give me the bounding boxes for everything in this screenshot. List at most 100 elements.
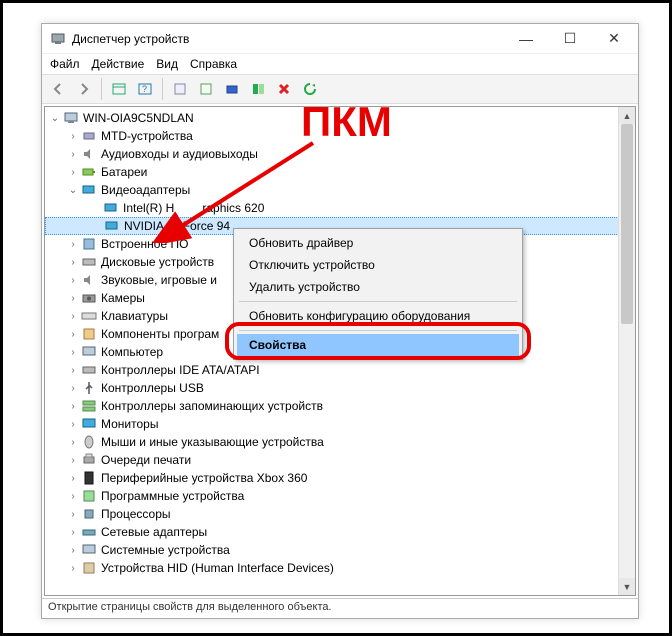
tree-root-label: WIN-OIA9C5NDLAN	[83, 111, 194, 125]
tree-item[interactable]: ›Процессоры	[45, 505, 635, 523]
properties-button[interactable]	[168, 77, 192, 101]
usb-icon	[81, 380, 97, 396]
tree-item[interactable]: ›Мыши и иные указывающие устройства	[45, 433, 635, 451]
menu-file[interactable]: Файл	[50, 57, 80, 71]
menu-action[interactable]: Действие	[92, 57, 145, 71]
expand-icon[interactable]: ›	[67, 131, 79, 142]
tree-item[interactable]: ›Очереди печати	[45, 451, 635, 469]
software-icon	[81, 326, 97, 342]
vertical-scrollbar[interactable]: ▲ ▼	[618, 107, 635, 595]
expand-icon[interactable]: ›	[67, 563, 79, 574]
window-title: Диспетчер устройств	[72, 32, 504, 46]
uninstall-button[interactable]	[272, 77, 296, 101]
expand-icon[interactable]: ›	[67, 365, 79, 376]
expand-icon[interactable]: ›	[67, 167, 79, 178]
ctx-properties[interactable]: Свойства	[237, 334, 519, 356]
tree-item[interactable]: ›Аудиовходы и аудиовыходы	[45, 145, 635, 163]
tree-root[interactable]: ⌄ WIN-OIA9C5NDLAN	[45, 109, 635, 127]
tree-item[interactable]: ›Периферийные устройства Xbox 360	[45, 469, 635, 487]
chip-icon	[81, 128, 97, 144]
expand-icon[interactable]: ›	[67, 257, 79, 268]
display-adapter-icon	[104, 218, 120, 234]
expand-icon[interactable]: ›	[67, 401, 79, 412]
expand-icon[interactable]: ›	[67, 383, 79, 394]
tree-item[interactable]: ›Устройства HID (Human Interface Devices…	[45, 559, 635, 577]
battery-icon	[81, 164, 97, 180]
menu-help[interactable]: Справка	[190, 57, 237, 71]
enable-button[interactable]	[298, 77, 322, 101]
close-button[interactable]: ✕	[592, 25, 636, 53]
scan-hardware-button[interactable]	[246, 77, 270, 101]
ctx-separator	[239, 301, 517, 302]
ide-icon	[81, 362, 97, 378]
printer-icon	[81, 452, 97, 468]
scroll-up-button[interactable]: ▲	[619, 107, 635, 124]
software-device-icon	[81, 488, 97, 504]
sound-icon	[81, 272, 97, 288]
tree-item-video-adapters[interactable]: ⌄Видеоадаптеры	[45, 181, 635, 199]
status-bar: Открытие страницы свойств для выделенног…	[42, 598, 638, 618]
tree-item[interactable]: ›Системные устройства	[45, 541, 635, 559]
display-adapter-icon	[103, 200, 119, 216]
back-button[interactable]	[46, 77, 70, 101]
ctx-disable-device[interactable]: Отключить устройство	[237, 254, 519, 276]
tree-item[interactable]: ›Контроллеры IDE ATA/ATAPI	[45, 361, 635, 379]
maximize-button[interactable]: ☐	[548, 25, 592, 53]
expand-icon[interactable]: ›	[67, 239, 79, 250]
system-icon	[81, 542, 97, 558]
expand-icon[interactable]: ›	[67, 491, 79, 502]
xbox-icon	[81, 470, 97, 486]
expand-icon[interactable]: ›	[67, 437, 79, 448]
titlebar: Диспетчер устройств — ☐ ✕	[42, 24, 638, 54]
ctx-separator	[239, 330, 517, 331]
network-icon	[81, 524, 97, 540]
cpu-icon	[81, 506, 97, 522]
expand-icon[interactable]: ›	[67, 293, 79, 304]
expand-icon[interactable]: ›	[67, 275, 79, 286]
svg-text:?: ?	[142, 84, 147, 94]
app-icon	[50, 31, 66, 47]
display-adapter-icon	[81, 182, 97, 198]
scroll-down-button[interactable]: ▼	[619, 578, 635, 595]
expand-icon[interactable]: ⌄	[49, 113, 61, 124]
expand-icon[interactable]: ›	[67, 509, 79, 520]
tree-item[interactable]: ›Сетевые адаптеры	[45, 523, 635, 541]
mouse-icon	[81, 434, 97, 450]
camera-icon	[81, 290, 97, 306]
ctx-scan-hardware[interactable]: Обновить конфигурацию оборудования	[237, 305, 519, 327]
ctx-uninstall-device[interactable]: Удалить устройство	[237, 276, 519, 298]
expand-icon[interactable]: ›	[67, 527, 79, 538]
tree-item[interactable]: ›Контроллеры USB	[45, 379, 635, 397]
expand-icon[interactable]: ›	[67, 311, 79, 322]
disk-icon	[81, 254, 97, 270]
devices-by-type-button[interactable]	[194, 77, 218, 101]
expand-icon[interactable]: ›	[67, 347, 79, 358]
tree-item[interactable]: ›Мониторы	[45, 415, 635, 433]
update-driver-button[interactable]	[220, 77, 244, 101]
firmware-icon	[81, 236, 97, 252]
help-button[interactable]: ?	[133, 77, 157, 101]
tree-item-intel[interactable]: Intel(R) Hraphics 620	[45, 199, 635, 217]
expand-icon[interactable]: ›	[67, 473, 79, 484]
expand-icon[interactable]: ⌄	[67, 185, 79, 196]
menu-view[interactable]: Вид	[156, 57, 178, 71]
expand-icon[interactable]: ›	[67, 545, 79, 556]
tree-item[interactable]: ›Контроллеры запоминающих устройств	[45, 397, 635, 415]
computer-icon	[81, 344, 97, 360]
expand-icon[interactable]: ›	[67, 329, 79, 340]
ctx-update-driver[interactable]: Обновить драйвер	[237, 232, 519, 254]
hid-icon	[81, 560, 97, 576]
expand-icon[interactable]: ›	[67, 149, 79, 160]
scroll-thumb[interactable]	[621, 124, 633, 324]
tree-item[interactable]: ›Программные устройства	[45, 487, 635, 505]
storage-icon	[81, 398, 97, 414]
audio-icon	[81, 146, 97, 162]
minimize-button[interactable]: —	[504, 25, 548, 53]
tree-item[interactable]: ›MTD-устройства	[45, 127, 635, 145]
tree-item[interactable]: ›Батареи	[45, 163, 635, 181]
monitor-icon	[81, 416, 97, 432]
expand-icon[interactable]: ›	[67, 455, 79, 466]
show-hidden-button[interactable]	[107, 77, 131, 101]
expand-icon[interactable]: ›	[67, 419, 79, 430]
forward-button[interactable]	[72, 77, 96, 101]
